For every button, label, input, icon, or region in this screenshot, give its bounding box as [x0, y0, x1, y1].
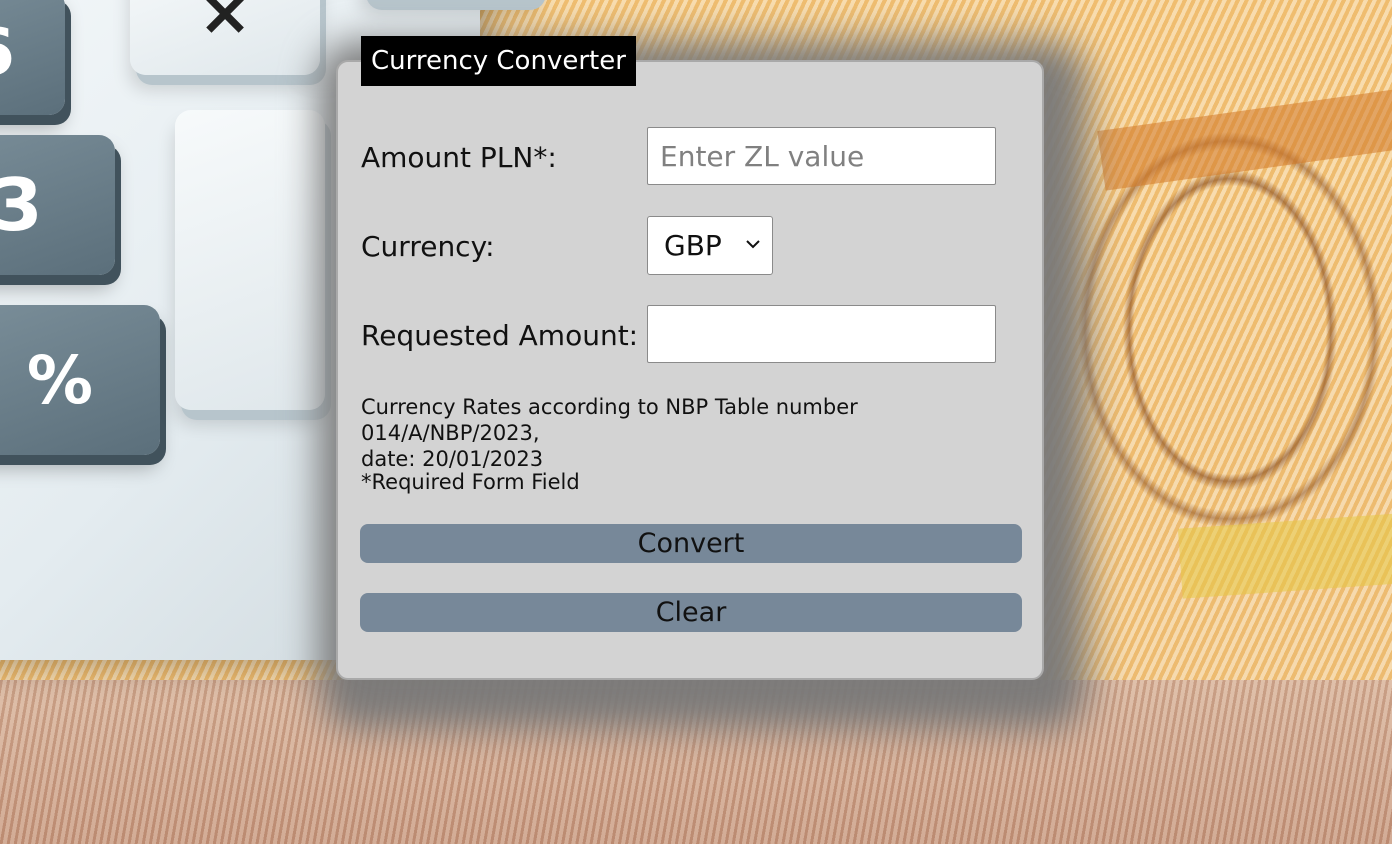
- page-title: Currency Converter: [361, 36, 636, 86]
- amount-label: Amount PLN*:: [361, 140, 557, 174]
- required-note: *Required Form Field: [361, 470, 580, 494]
- convert-button[interactable]: Convert: [360, 524, 1022, 563]
- calculator-key-blank: [175, 110, 325, 410]
- clear-button[interactable]: Clear: [360, 593, 1022, 632]
- requested-amount-label: Requested Amount:: [361, 318, 639, 352]
- rates-info-line: Currency Rates according to NBP Table nu…: [361, 395, 858, 445]
- calculator-key: 6: [0, 0, 65, 115]
- chevron-down-icon: [746, 240, 760, 249]
- requested-amount-field[interactable]: [647, 305, 996, 363]
- currency-label: Currency:: [361, 229, 495, 263]
- currency-select[interactable]: GBP: [647, 216, 773, 275]
- calculator-key: 3: [0, 135, 115, 275]
- amount-input[interactable]: [647, 127, 996, 185]
- currency-select-value: GBP: [664, 229, 722, 262]
- rates-info: Currency Rates according to NBP Table nu…: [361, 394, 1041, 472]
- calculator-key: %: [0, 305, 160, 455]
- calculator-key: ×: [130, 0, 320, 75]
